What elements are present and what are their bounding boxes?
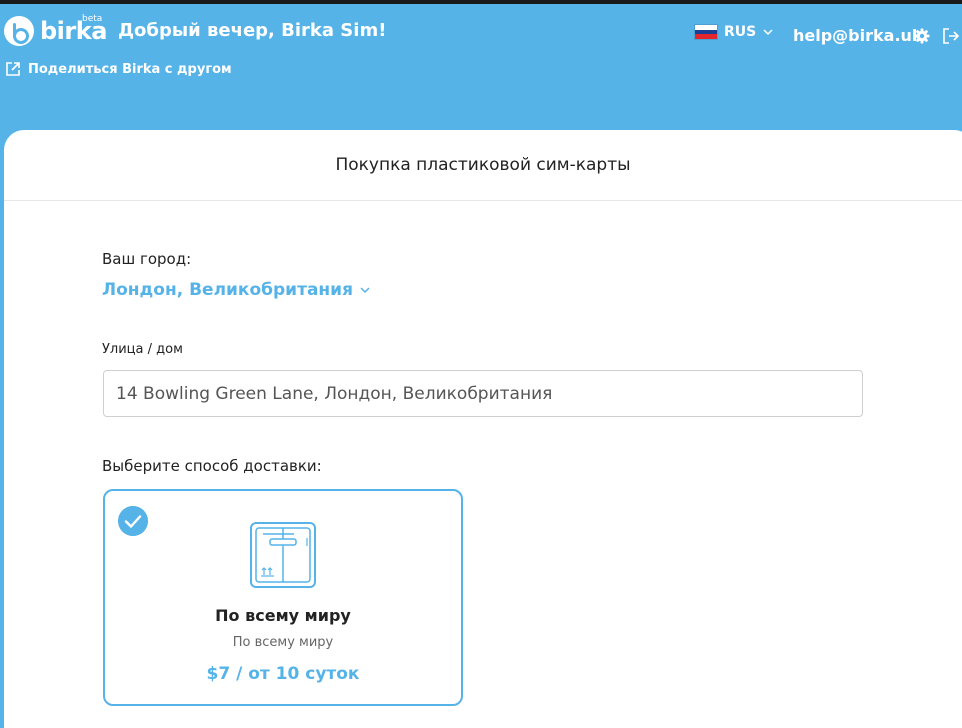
street-input[interactable] — [103, 370, 863, 417]
beta-badge: beta — [82, 14, 103, 24]
support-email-link[interactable]: help@birka.uk — [793, 26, 923, 45]
city-value: Лондон, Великобритания — [102, 280, 353, 300]
chevron-down-icon — [763, 29, 773, 36]
delivery-label: Выберите способ доставки: — [102, 457, 322, 475]
city-label: Ваш город: — [102, 250, 192, 268]
city-dropdown[interactable]: Лондон, Великобритания — [102, 280, 371, 300]
delivery-option-subtitle: По всему миру — [232, 635, 334, 650]
window-top-edge — [0, 0, 962, 4]
sim-order-card: Покупка пластиковой сим-карты Ваш город:… — [4, 130, 962, 728]
chevron-down-icon — [360, 287, 370, 294]
russia-flag-icon — [694, 24, 718, 40]
checkmark-icon — [118, 506, 148, 536]
delivery-option-title: По всему миру — [215, 606, 351, 625]
delivery-option-price: $7 / от 10 суток — [206, 664, 360, 684]
share-label: Поделиться Birka с другом — [28, 61, 232, 77]
street-label: Улица / дом — [102, 342, 183, 357]
share-link[interactable]: Поделиться Birka с другом — [4, 60, 232, 78]
gear-icon[interactable] — [914, 28, 930, 44]
parcel-box-icon — [250, 522, 316, 588]
card-header: Покупка пластиковой сим-карты — [4, 130, 962, 201]
share-icon — [6, 62, 20, 76]
logout-icon[interactable] — [942, 27, 960, 45]
card-title: Покупка пластиковой сим-карты — [335, 155, 631, 175]
language-selector[interactable]: RUS — [694, 24, 774, 40]
greeting-text: Добрый вечер, Birka Sim! — [118, 20, 387, 41]
birka-logo[interactable]: birka beta — [4, 14, 107, 50]
delivery-option-worldwide[interactable]: По всему миру По всему миру $7 / от 10 с… — [103, 489, 463, 706]
language-label: RUS — [724, 24, 757, 40]
birka-logo-mark — [4, 16, 34, 46]
